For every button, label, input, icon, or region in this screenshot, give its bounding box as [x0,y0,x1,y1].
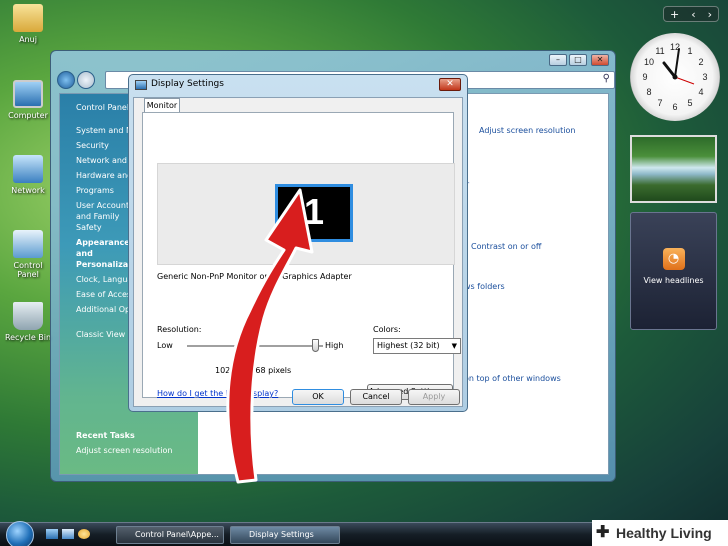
desktop-icon-recycle-bin[interactable]: Recycle Bin [2,302,54,342]
adjust-resolution-link[interactable]: Adjust screen resolution [479,126,575,135]
desktop-icon-label: Network [11,186,45,195]
recent-tasks-heading: Recent Tasks [76,431,135,440]
clock-number: 2 [698,57,703,67]
computer-icon [13,80,43,108]
maximize-button[interactable]: □ [569,54,587,66]
chevron-down-icon: ▼ [451,342,457,350]
window-close-button[interactable]: ✕ [591,54,609,66]
watermark: ✚ Healthy Living [592,520,728,546]
show-desktop-icon[interactable] [46,529,58,539]
resolution-low-label: Low [157,341,173,350]
display-settings-icon [135,80,147,90]
slideshow-gadget[interactable] [630,135,717,203]
rss-feed-icon: ◔ [662,248,685,270]
clock-number: 7 [657,98,662,108]
desktop-icon-computer[interactable]: Computer [2,80,54,120]
previous-gadget-button[interactable]: ‹ [691,8,695,21]
network-icon [13,155,43,183]
cancel-button[interactable]: Cancel [350,389,402,405]
clock-number: 11 [655,46,664,56]
minimize-button[interactable]: – [549,54,567,66]
start-button[interactable] [6,521,34,546]
resolution-label: Resolution: [157,325,202,334]
clock-face-icon: 12 1234567891011 [642,42,707,112]
clock-gadget[interactable]: 12 1 2 3 4 5 6 7 8 9 10 11 [630,33,720,121]
clock-number: 4 [698,87,703,97]
desktop-icon-network[interactable]: Network [2,155,54,195]
control-panel-icon [13,230,43,258]
clock-number: 9 [642,72,647,82]
taskbar-item-display-settings[interactable]: Display Settings [230,526,340,544]
sidebar-gadget-controls: + ‹ › [663,6,719,22]
search-icon[interactable]: ⚲ [603,73,610,84]
switch-windows-icon[interactable] [62,529,74,539]
back-button[interactable] [57,71,75,89]
folder-icon [13,4,43,32]
desktop-icon-label: Recycle Bin [4,333,52,342]
next-gadget-button[interactable]: › [708,8,712,21]
dialog-title: Display Settings [151,79,224,89]
recycle-bin-icon [13,302,43,330]
clock-number: 6 [672,102,677,112]
clock-number: 5 [687,98,692,108]
sidebar-item-appearance[interactable]: Appearance and Personalization [76,237,134,270]
clock-number: 1 [687,46,692,56]
view-headlines-label: View headlines [643,276,704,285]
colors-selected-value: Highest (32 bit) [377,341,440,350]
folders-link[interactable]: ws folders [464,282,505,291]
sidebar-item-user-accounts[interactable]: User Accounts and Family Safety [76,200,134,233]
desktop-icon-label: Computer [8,111,48,120]
clock-number: 3 [702,72,707,82]
clock-number: 8 [646,87,651,97]
red-annotation-arrow [226,188,314,484]
desktop-icon-control-panel[interactable]: Control Panel [2,230,54,279]
feed-headlines-gadget[interactable]: ◔ View headlines [630,212,717,330]
colors-label: Colors: [373,325,401,334]
browser-icon[interactable] [78,529,90,539]
add-gadget-button[interactable]: + [670,8,679,21]
watermark-cross-icon: ✚ [596,524,610,541]
tab-monitor[interactable]: Monitor [144,98,180,113]
clock-number: 10 [644,57,654,67]
contrast-link[interactable]: Contrast on or off [471,242,541,251]
desktop-icon-label: Anuj [19,35,37,44]
desktop-icon-label: Control Panel [13,261,43,279]
apply-button[interactable]: Apply [408,389,460,405]
forward-button[interactable] [77,71,95,89]
dialog-close-button[interactable]: ✕ [439,78,461,91]
recent-task-link[interactable]: Adjust screen resolution [76,445,172,456]
taskbar-item-control-panel[interactable]: Control Panel\Appe... [116,526,224,544]
watermark-label: Healthy Living [616,525,712,541]
on-top-link[interactable]: on top of other windows [464,374,561,383]
desktop-icon-user-folder[interactable]: Anuj [2,4,54,44]
colors-dropdown[interactable]: Highest (32 bit) ▼ [373,338,461,354]
